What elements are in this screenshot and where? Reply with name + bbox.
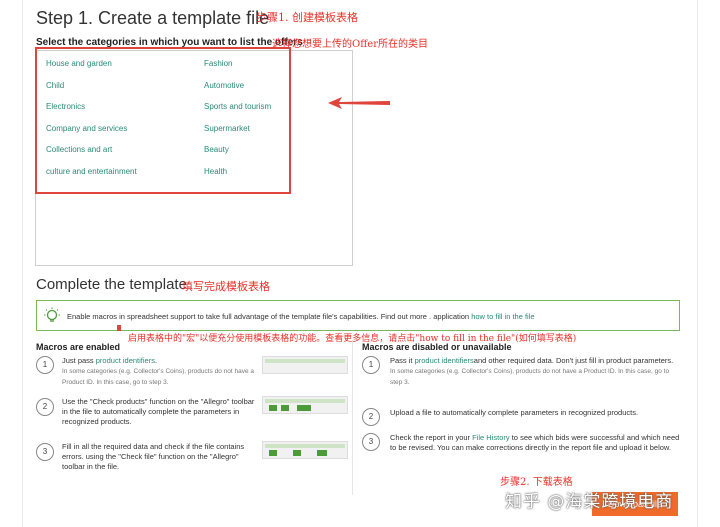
step-text: Pass it bbox=[390, 356, 415, 365]
enabled-step-3: Fill in all the required data and check … bbox=[62, 442, 245, 471]
step1-annotation: 步骤1. 创建模板表格 bbox=[256, 11, 358, 24]
macros-enabled-title: Macros are enabled bbox=[36, 342, 121, 352]
step-number: 3 bbox=[362, 433, 380, 451]
step-number: 2 bbox=[362, 408, 380, 426]
macro-tip-text: Enable macros in spreadsheet support to … bbox=[67, 312, 535, 321]
complete-title: Complete the template bbox=[36, 276, 187, 293]
step-number: 2 bbox=[36, 398, 54, 416]
how-to-fill-link[interactable]: how to fill in the file bbox=[471, 312, 534, 321]
macro-tip-body: Enable macros in spreadsheet support to … bbox=[67, 312, 470, 321]
step-note: In some categories (e.g. Collector's Coi… bbox=[390, 368, 670, 386]
enabled-step-1: Just pass product identifiers. In some c… bbox=[62, 356, 258, 388]
disabled-step-1: Pass it product identifiersand other req… bbox=[390, 356, 680, 388]
watermark: 知乎 @海棠跨境电商 bbox=[505, 492, 674, 512]
step-note: In some categories (e.g. Collector's Coi… bbox=[62, 368, 255, 386]
lightbulb-icon bbox=[44, 307, 60, 322]
product-identifiers-link[interactable]: product identifiers bbox=[415, 356, 474, 365]
enabled-step-2: Use the "Check products" function on the… bbox=[62, 397, 255, 426]
macros-disabled-title: Macros are disabled or unavailable bbox=[362, 342, 512, 352]
disabled-step-3: Check the report in your File History to… bbox=[390, 433, 680, 453]
step-number: 1 bbox=[36, 356, 54, 374]
complete-annotation: 填写完成模板表格 bbox=[182, 280, 270, 293]
toolbar-thumbnail bbox=[262, 441, 348, 459]
macro-tip-box: Enable macros in spreadsheet support to … bbox=[36, 300, 680, 331]
screenshot-thumbnail bbox=[262, 356, 348, 374]
step2-annotation: 步骤2. 下载表格 bbox=[500, 477, 573, 488]
step-text: . bbox=[154, 356, 158, 365]
categories-annotation: 选择您想要上传的Offer所在的类目 bbox=[272, 39, 429, 50]
annotation-marker bbox=[117, 325, 121, 331]
step-text: Just pass bbox=[62, 356, 96, 365]
red-arrow-icon bbox=[328, 97, 390, 109]
column-divider bbox=[352, 340, 353, 495]
highlight-box bbox=[35, 47, 291, 194]
toolbar-thumbnail bbox=[262, 396, 348, 414]
step-text: and other required data. Don't just fill… bbox=[473, 356, 674, 365]
step-number: 1 bbox=[362, 356, 380, 374]
disabled-step-2: Upload a file to automatically complete … bbox=[390, 408, 639, 417]
step-number: 3 bbox=[36, 443, 54, 461]
page-title: Step 1. Create a template file bbox=[36, 8, 270, 28]
step-text: Check the report in your bbox=[390, 433, 473, 442]
product-identifiers-link[interactable]: product identifiers bbox=[96, 356, 155, 365]
file-history-link[interactable]: File History bbox=[472, 433, 510, 442]
